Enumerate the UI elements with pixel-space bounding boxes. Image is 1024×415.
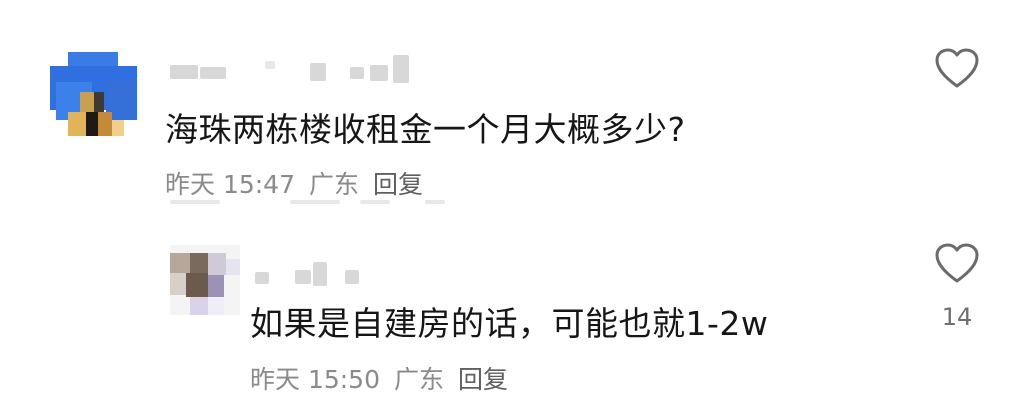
username-redacted[interactable] — [165, 55, 415, 85]
avatar[interactable] — [170, 245, 240, 315]
reply-button[interactable]: 回复 — [458, 365, 508, 394]
heart-outline-icon — [935, 48, 979, 88]
faint-divider — [425, 200, 445, 204]
reply-time: 昨天 15:50 — [250, 365, 380, 394]
reply-text: 如果是自建房的话，可能也就1-2w — [250, 304, 769, 343]
like-button[interactable] — [933, 241, 981, 285]
username-redacted[interactable] — [250, 260, 370, 290]
faint-divider — [170, 200, 220, 204]
comment-location: 广东 — [309, 170, 360, 199]
comment-time: 昨天 15:47 — [165, 170, 295, 199]
reply-location: 广东 — [394, 365, 445, 394]
comment-text: 海珠两栋楼收租金一个月大概多少? — [165, 110, 686, 149]
like-count: 14 — [941, 303, 973, 331]
reply-meta: 昨天 15:50 广东 回复 — [250, 360, 522, 396]
avatar[interactable] — [50, 52, 137, 136]
heart-outline-icon — [935, 243, 979, 283]
faint-divider — [360, 200, 390, 204]
reply-button[interactable]: 回复 — [373, 170, 423, 199]
reply-item: 如果是自建房的话，可能也就1-2w 昨天 15:50 广东 回复 14 — [0, 215, 1024, 415]
comment-meta: 昨天 15:47 广东 回复 — [165, 165, 437, 201]
like-button[interactable] — [933, 46, 981, 90]
comment-item: 海珠两栋楼收租金一个月大概多少? 昨天 15:47 广东 回复 — [0, 0, 1024, 215]
faint-divider — [290, 200, 340, 204]
